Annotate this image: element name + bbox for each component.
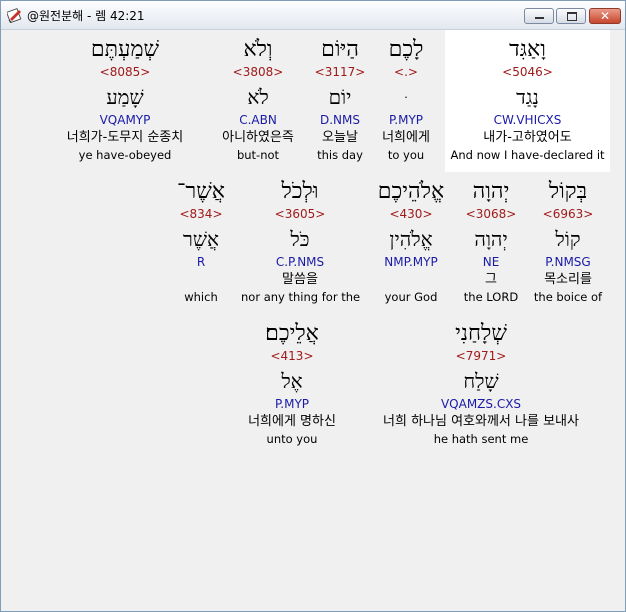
english-gloss: nor any thing for the <box>241 290 361 304</box>
lemma: לֹא <box>247 85 269 109</box>
korean-gloss: 너희에게 명하신 <box>248 414 336 429</box>
english-gloss: your God <box>384 290 438 304</box>
hebrew-word: וָאַגִּד <box>509 37 546 62</box>
korean-gloss: 아니하였은즉 <box>222 130 294 145</box>
maximize-icon <box>557 9 585 23</box>
hebrew-word: לָכֶם <box>388 37 424 62</box>
word-block[interactable]: בְּקוֹל <6963> קוֹל P.NMSG 목소리를 the boic… <box>529 178 607 306</box>
lemma: ּ <box>373 80 439 112</box>
morphology-code: D.NMS <box>319 113 360 127</box>
strong-number[interactable]: <3068> <box>459 206 523 222</box>
word-block[interactable]: יְהוָה <3068> יְהוָה NE 그 the LORD <box>459 178 523 306</box>
strong-number[interactable]: <3808> <box>208 64 308 80</box>
word-block[interactable]: אֲשֶׁר־ <834> אֲשֶׁר R which <box>171 178 231 306</box>
lemma: כֹּל <box>290 227 310 251</box>
strong-number[interactable]: <8085> <box>55 64 195 80</box>
hebrew-word: שְׁמַעְתֶּם <box>90 37 160 62</box>
hebrew-word: שְׁלָחַנִי <box>455 321 507 346</box>
lemma: יְהוָה <box>474 227 508 251</box>
word-block[interactable]: אֱלֹהֵיכֶם <430> אֱלֹהִין NMP.MYP your G… <box>369 178 453 306</box>
maximize-button[interactable] <box>556 8 586 24</box>
close-button[interactable]: ✕ <box>589 8 621 24</box>
hebrew-word: וְלֹא <box>243 37 273 62</box>
korean-gloss: 그 <box>485 272 497 287</box>
korean-gloss: 너희에게 <box>382 130 430 145</box>
interlinear-panel: שְׁמַעְתֶּם <8085> שָׁמַע VQAMYP 너희가-도무지… <box>5 30 621 608</box>
strong-number[interactable]: <413> <box>233 348 351 364</box>
lemma: אֶל <box>281 369 303 393</box>
strong-number[interactable]: <5046> <box>445 64 610 80</box>
english-gloss: unto you <box>266 432 318 446</box>
hebrew-word: אֲלֵיכֶם׃ <box>265 321 319 346</box>
morphology-code: VQAMZS.CXS <box>440 397 522 411</box>
morphology-code: R <box>196 255 206 269</box>
window-title: @원전분해 - 렘 42:21 <box>27 9 145 23</box>
word-block[interactable]: לָכֶם <.> ּ P.MYP 너희에게 to you <box>373 36 439 164</box>
strong-number[interactable]: <7971> <box>359 348 603 364</box>
lemma: יוֹם <box>328 85 352 109</box>
lemma: אֱלֹהִין <box>389 227 433 251</box>
english-gloss: to you <box>387 148 425 162</box>
strong-number[interactable]: <834> <box>171 206 231 222</box>
english-gloss: which <box>184 290 218 304</box>
strong-number[interactable]: <6963> <box>529 206 607 222</box>
strong-number[interactable]: <3117> <box>310 64 370 80</box>
hebrew-word: בְּקוֹל <box>548 179 588 204</box>
app-logo-icon <box>7 7 22 23</box>
lemma: אֲשֶׁר <box>183 227 219 251</box>
korean-gloss <box>369 270 453 290</box>
minimize-button[interactable] <box>524 8 554 24</box>
hebrew-word: יְהוָה <box>472 179 510 204</box>
hebrew-word: אֱלֹהֵיכֶם <box>377 179 445 204</box>
word-block[interactable]: וּלְכֹל <3605> כֹּל C.P.NMS 말씀을 nor any … <box>241 178 361 306</box>
lemma: נָגַד <box>516 85 539 109</box>
morphology-code: NMP.MYP <box>384 255 438 269</box>
morphology-code: CW.VHICXS <box>493 113 562 127</box>
word-block[interactable]: הַיּוֹם <3117> יוֹם D.NMS 오늘날 this day <box>310 36 370 164</box>
strong-number[interactable]: <3605> <box>241 206 359 222</box>
app-window: @원전분해 - 렘 42:21 ✕ שְׁמַעְתֶּם <8085> שָׁ… <box>0 0 626 612</box>
morphology-code: C.P.NMS <box>275 255 325 269</box>
lemma: שָׁמַע <box>106 85 144 109</box>
hebrew-word: וּלְכֹל <box>281 179 319 204</box>
strong-number[interactable]: <.> <box>373 64 439 80</box>
english-gloss: but-not <box>236 148 280 162</box>
word-block[interactable]: וְלֹא <3808> לֹא C.ABN 아니하였은즉 but-not <box>208 36 308 164</box>
strong-number[interactable]: <430> <box>369 206 453 222</box>
hebrew-word: אֲשֶׁר־ <box>176 179 225 204</box>
word-block-selected[interactable]: וָאַגִּד <5046> נָגַד CW.VHICXS 내가-고하였어도… <box>445 36 610 164</box>
title-bar[interactable]: @원전분해 - 렘 42:21 ✕ <box>1 1 625 30</box>
lemma: קוֹל <box>555 227 581 251</box>
korean-gloss: 내가-고하였어도 <box>483 130 572 145</box>
morphology-code: C.ABN <box>239 113 277 127</box>
hebrew-word: הַיּוֹם <box>321 37 359 62</box>
korean-gloss: 오늘날 <box>322 130 358 145</box>
english-gloss: this day <box>317 148 363 162</box>
close-icon: ✕ <box>599 9 611 23</box>
lemma: שָׁלַח <box>463 369 499 393</box>
english-gloss: he hath sent me <box>433 432 529 446</box>
minimize-icon <box>525 9 553 23</box>
word-block[interactable]: שְׁמַעְתֶּם <8085> שָׁמַע VQAMYP 너희가-도무지… <box>55 36 195 164</box>
english-gloss: ye have-obeyed <box>78 148 172 162</box>
morphology-code: VQAMYP <box>99 113 151 127</box>
korean-gloss: 목소리를 <box>544 272 592 287</box>
korean-gloss: 너희가-도무지 순종치 <box>66 130 184 145</box>
morphology-code: NE <box>482 255 500 269</box>
korean-gloss: 너희 하나님 여호와께서 나를 보내사 <box>383 414 579 429</box>
morphology-code: P.MYP <box>388 113 424 127</box>
english-gloss: the boice of <box>533 290 603 304</box>
morphology-code: P.NMSG <box>545 255 591 269</box>
word-block[interactable]: אֲלֵיכֶם׃ <413> אֶל P.MYP 너희에게 명하신 unto … <box>233 320 351 448</box>
english-gloss: And now I have-declared it <box>450 148 605 162</box>
word-block[interactable]: שְׁלָחַנִי <7971> שָׁלַח VQAMZS.CXS 너희 하… <box>359 320 603 448</box>
korean-gloss: 말씀을 <box>282 272 318 287</box>
english-gloss: the LORD <box>463 290 519 304</box>
morphology-code: P.MYP <box>274 397 310 411</box>
korean-gloss <box>171 270 231 290</box>
